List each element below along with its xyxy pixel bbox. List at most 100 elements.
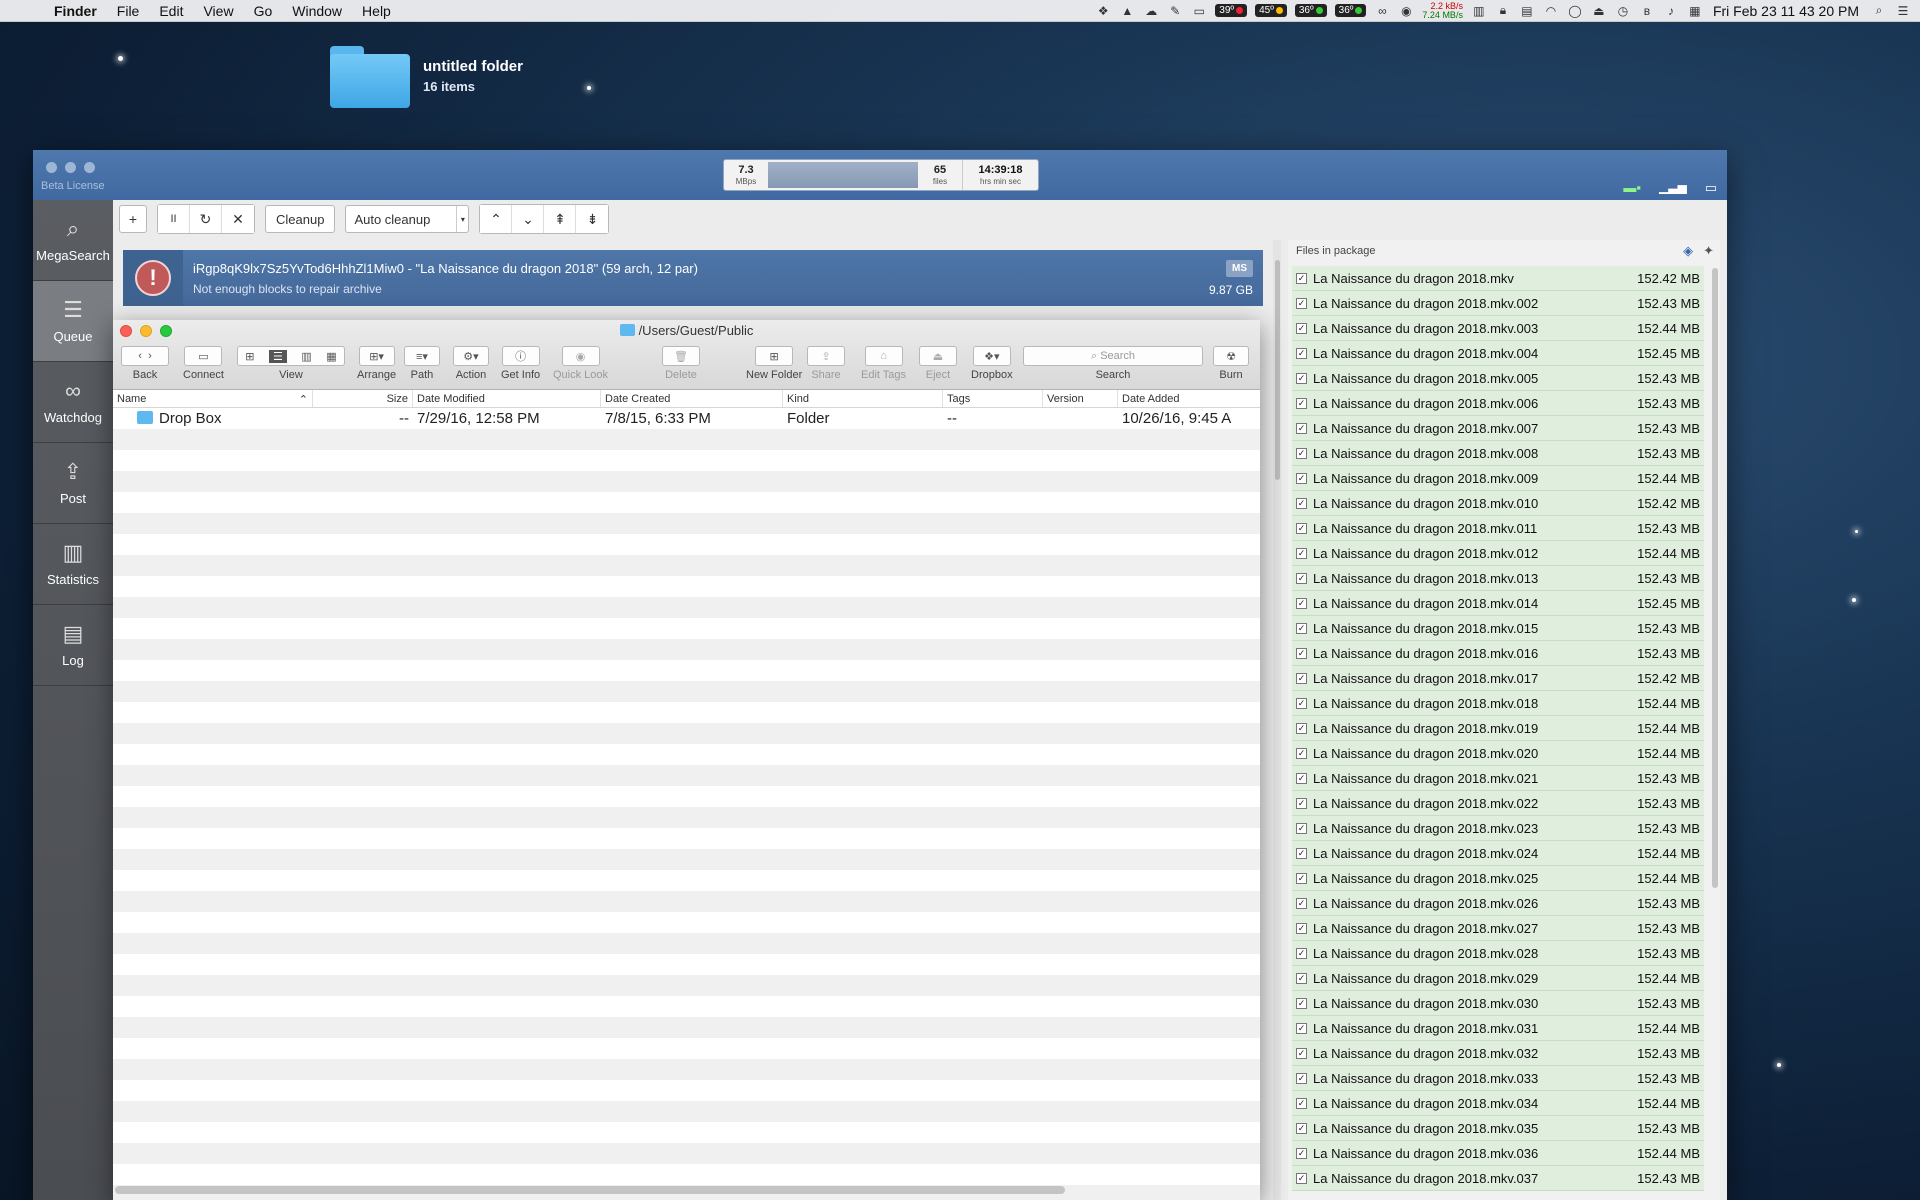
wifi-icon[interactable]: ◠ (1544, 4, 1558, 18)
package-file-row[interactable]: ✓ La Naissance du dragon 2018.mkv.018 152.… (1292, 691, 1704, 716)
finder-dropbox[interactable]: ❖▾ Dropbox (971, 346, 1013, 381)
package-file-row[interactable]: ✓ La Naissance du dragon 2018.mkv.022 152.… (1292, 791, 1704, 816)
package-file-row[interactable]: ✓ La Naissance du dragon 2018.mkv.003 152.… (1292, 316, 1704, 341)
finder-arrange[interactable]: ⊞▾ Arrange (357, 346, 396, 381)
package-file-row[interactable]: ✓ La Naissance du dragon 2018.mkv.037 152.… (1292, 1166, 1704, 1191)
file-checkbox[interactable]: ✓ (1296, 922, 1307, 934)
file-checkbox[interactable]: ✓ (1296, 997, 1307, 1009)
menu-window[interactable]: Window (282, 3, 352, 19)
file-checkbox[interactable]: ✓ (1296, 1072, 1307, 1084)
column-date-modified[interactable]: Date Modified (413, 390, 601, 407)
file-checkbox[interactable]: ✓ (1296, 672, 1307, 684)
finder-connect[interactable]: ▭ Connect (183, 346, 224, 381)
remove-button[interactable]: ✕ (222, 205, 254, 233)
finder-search[interactable]: ⌕ Search Search (1023, 346, 1203, 381)
file-checkbox[interactable]: ✓ (1296, 697, 1307, 709)
dropbox-icon[interactable]: ❖ (1096, 4, 1110, 18)
finder-file-row[interactable]: Drop Box -- 7/29/16, 12:58 PM 7/8/15, 6:33 … (113, 408, 1260, 429)
package-file-row[interactable]: ✓ La Naissance du dragon 2018.mkv.029 152.… (1292, 966, 1704, 991)
column-date-created[interactable]: Date Created (601, 390, 783, 407)
package-file-row[interactable]: ✓ La Naissance du dragon 2018.mkv.015 152.… (1292, 616, 1704, 641)
file-checkbox[interactable]: ✓ (1296, 1172, 1307, 1184)
connection-icon[interactable]: ▬▪ (1623, 180, 1641, 196)
package-file-row[interactable]: ✓ La Naissance du dragon 2018.mkv.017 152.… (1292, 666, 1704, 691)
package-file-row[interactable]: ✓ La Naissance du dragon 2018.mkv.013 152.… (1292, 566, 1704, 591)
package-file-row[interactable]: ✓ La Naissance du dragon 2018.mkv 152.42 M… (1292, 266, 1704, 291)
package-file-row[interactable]: ✓ La Naissance du dragon 2018.mkv.014 152.… (1292, 591, 1704, 616)
file-checkbox[interactable]: ✓ (1296, 397, 1307, 409)
column-name[interactable]: Name ⌃ (113, 390, 313, 407)
finder-delete[interactable]: 🗑︎ Delete (662, 346, 700, 381)
eject-icon[interactable]: ⏏ (1592, 4, 1606, 18)
shield-icon[interactable]: ◉ (1399, 4, 1413, 18)
column-size[interactable]: Size (313, 390, 413, 407)
menu-finder[interactable]: Finder (44, 3, 107, 19)
move-up-button[interactable]: ⌃ (480, 205, 513, 233)
finder-burn[interactable]: ☢ Burn (1213, 346, 1249, 381)
package-file-row[interactable]: ✓ La Naissance du dragon 2018.mkv.028 152.… (1292, 941, 1704, 966)
finder-view[interactable]: ⊞ ☰ ▥ ▦ View (237, 346, 345, 381)
flag-icon[interactable]: ▦ (1688, 4, 1702, 18)
expand-icon[interactable]: ✦ (1703, 243, 1714, 259)
file-checkbox[interactable]: ✓ (1296, 1147, 1307, 1159)
file-checkbox[interactable]: ✓ (1296, 622, 1307, 634)
file-checkbox[interactable]: ✓ (1296, 272, 1307, 284)
file-checkbox[interactable]: ✓ (1296, 1122, 1307, 1134)
finder-quick-look[interactable]: ◉ Quick Look (553, 346, 608, 381)
drive-icon[interactable]: ▲ (1120, 4, 1134, 18)
package-file-row[interactable]: ✓ La Naissance du dragon 2018.mkv.024 152.… (1292, 841, 1704, 866)
file-checkbox[interactable]: ✓ (1296, 872, 1307, 884)
package-file-row[interactable]: ✓ La Naissance du dragon 2018.mkv.023 152.… (1292, 816, 1704, 841)
volume-icon[interactable]: ♪ (1664, 4, 1678, 18)
finder-action[interactable]: ⚙▾ Action (453, 346, 489, 381)
file-checkbox[interactable]: ✓ (1296, 897, 1307, 909)
package-file-row[interactable]: ✓ La Naissance du dragon 2018.mkv.009 152.… (1292, 466, 1704, 491)
column-version[interactable]: Version (1043, 390, 1118, 407)
file-checkbox[interactable]: ✓ (1296, 572, 1307, 584)
finder-horizontal-scrollbar[interactable] (115, 1186, 1065, 1194)
auto-cleanup-select[interactable]: Auto cleanup ▾ (345, 205, 470, 233)
file-checkbox[interactable]: ✓ (1296, 647, 1307, 659)
panel-toggle-icon[interactable]: ▭ (1705, 180, 1717, 196)
notification-center-icon[interactable]: ☰ (1896, 4, 1910, 18)
file-checkbox[interactable]: ✓ (1296, 797, 1307, 809)
package-file-row[interactable]: ✓ La Naissance du dragon 2018.mkv.020 152.… (1292, 741, 1704, 766)
cloud-sync-icon[interactable]: ☁ (1144, 4, 1158, 18)
file-checkbox[interactable]: ✓ (1296, 522, 1307, 534)
file-checkbox[interactable]: ✓ (1296, 847, 1307, 859)
sidebar-item-megasearch[interactable]: ⌕ MegaSearch (33, 200, 113, 281)
package-file-row[interactable]: ✓ La Naissance du dragon 2018.mkv.012 152.… (1292, 541, 1704, 566)
file-checkbox[interactable]: ✓ (1296, 822, 1307, 834)
pin-icon[interactable]: ✎ (1168, 4, 1182, 18)
sidebar-item-watchdog[interactable]: ∞ Watchdog (33, 362, 113, 443)
package-file-row[interactable]: ✓ La Naissance du dragon 2018.mkv.004 152.… (1292, 341, 1704, 366)
sidebar-item-statistics[interactable]: ▥ Statistics (33, 524, 113, 605)
package-file-row[interactable]: ✓ La Naissance du dragon 2018.mkv.002 152.… (1292, 291, 1704, 316)
package-file-row[interactable]: ✓ La Naissance du dragon 2018.mkv.027 152.… (1292, 916, 1704, 941)
column-date-added[interactable]: Date Added (1118, 390, 1260, 407)
sidebar-item-log[interactable]: ▤ Log (33, 605, 113, 686)
menu-edit[interactable]: Edit (149, 3, 193, 19)
package-file-row[interactable]: ✓ La Naissance du dragon 2018.mkv.025 152.… (1292, 866, 1704, 891)
sidebar-item-post[interactable]: ⇪ Post (33, 443, 113, 524)
column-tags[interactable]: Tags (943, 390, 1043, 407)
queue-item[interactable]: ! iRgp8qK9lx7Sz5YvTod6HhhZl1Miw0 - "La N… (123, 250, 1263, 306)
file-checkbox[interactable]: ✓ (1296, 1022, 1307, 1034)
package-file-row[interactable]: ✓ La Naissance du dragon 2018.mkv.006 152.… (1292, 391, 1704, 416)
file-checkbox[interactable]: ✓ (1296, 747, 1307, 759)
time-machine-icon[interactable]: ◷ (1616, 4, 1630, 18)
file-checkbox[interactable]: ✓ (1296, 297, 1307, 309)
column-kind[interactable]: Kind (783, 390, 943, 407)
move-top-button[interactable]: ⇞ (544, 205, 577, 233)
package-file-row[interactable]: ✓ La Naissance du dragon 2018.mkv.035 152.… (1292, 1116, 1704, 1141)
temp-gpu[interactable]: 45º (1255, 4, 1287, 17)
package-scrollbar[interactable] (1712, 268, 1718, 888)
move-down-button[interactable]: ⌄ (512, 205, 545, 233)
desktop-folder-icon[interactable] (330, 46, 410, 108)
display-icon[interactable]: ▭ (1192, 4, 1206, 18)
finder-path[interactable]: ≡▾ Path (404, 346, 440, 381)
file-checkbox[interactable]: ✓ (1296, 972, 1307, 984)
menu-go[interactable]: Go (244, 3, 283, 19)
desktop-folder-name[interactable]: untitled folder (423, 58, 523, 75)
spotlight-search-icon[interactable]: ⌕ (1872, 3, 1886, 18)
